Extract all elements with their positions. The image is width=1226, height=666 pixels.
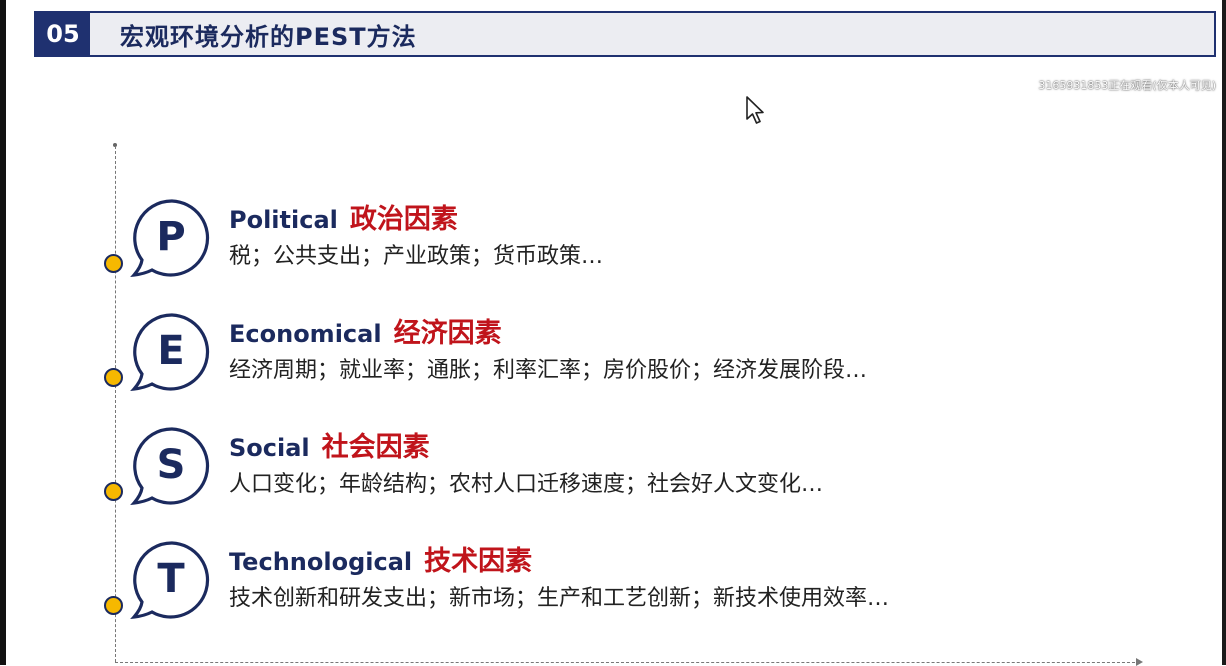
- window-right-edge: [1222, 0, 1226, 665]
- timeline-node: [104, 368, 123, 387]
- slide-header: 05 宏观环境分析的PEST方法: [34, 11, 1216, 57]
- factor-title: Political 政治因素: [229, 203, 458, 240]
- factor-political: P Political 政治因素 税；公共支出；产业政策；货币政策…: [100, 197, 1100, 297]
- factor-title-en: Economical: [229, 320, 382, 348]
- window-left-edge: [0, 0, 6, 665]
- timeline-node: [104, 254, 123, 273]
- factor-title-en: Political: [229, 206, 338, 234]
- factor-title-cn: 政治因素: [349, 204, 458, 235]
- factor-title: Technological 技术因素: [229, 545, 532, 582]
- factor-economical: E Economical 经济因素 经济周期；就业率；通胀；利率汇率；房价股价；经…: [100, 311, 1100, 411]
- factor-description: 技术创新和研发支出；新市场；生产和工艺创新；新技术使用效率…: [229, 586, 890, 611]
- mouse-cursor-icon: [746, 96, 764, 124]
- factor-description: 经济周期；就业率；通胀；利率汇率；房价股价；经济发展阶段…: [229, 358, 868, 383]
- factor-title-cn: 技术因素: [424, 546, 533, 577]
- factor-letter: T: [157, 556, 185, 602]
- factor-description: 税；公共支出；产业政策；货币政策…: [229, 244, 604, 269]
- timeline-node: [104, 596, 123, 615]
- factor-title: Social 社会因素: [229, 431, 430, 468]
- factor-letter: E: [157, 328, 185, 374]
- factor-title-cn: 经济因素: [393, 318, 502, 349]
- factor-letter: P: [156, 214, 186, 260]
- timeline-horizontal-axis: [115, 662, 1140, 663]
- factor-social: S Social 社会因素 人口变化；年龄结构；农村人口迁移速度；社会好人文变化…: [100, 425, 1100, 525]
- slide-title: 宏观环境分析的PEST方法: [120, 22, 417, 51]
- factor-title: Economical 经济因素: [229, 317, 502, 354]
- factor-technological: T Technological 技术因素 技术创新和研发支出；新市场；生产和工艺创…: [100, 539, 1100, 639]
- viewer-watermark: 3165931853正在观看(仅本人可见): [1038, 79, 1216, 92]
- timeline-node: [104, 482, 123, 501]
- section-number: 05: [36, 13, 90, 55]
- factor-title-en: Social: [229, 434, 310, 462]
- factor-description: 人口变化；年龄结构；农村人口迁移速度；社会好人文变化…: [229, 472, 824, 497]
- factor-title-cn: 社会因素: [321, 432, 430, 463]
- factor-title-en: Technological: [229, 548, 413, 576]
- factor-letter: S: [156, 442, 186, 488]
